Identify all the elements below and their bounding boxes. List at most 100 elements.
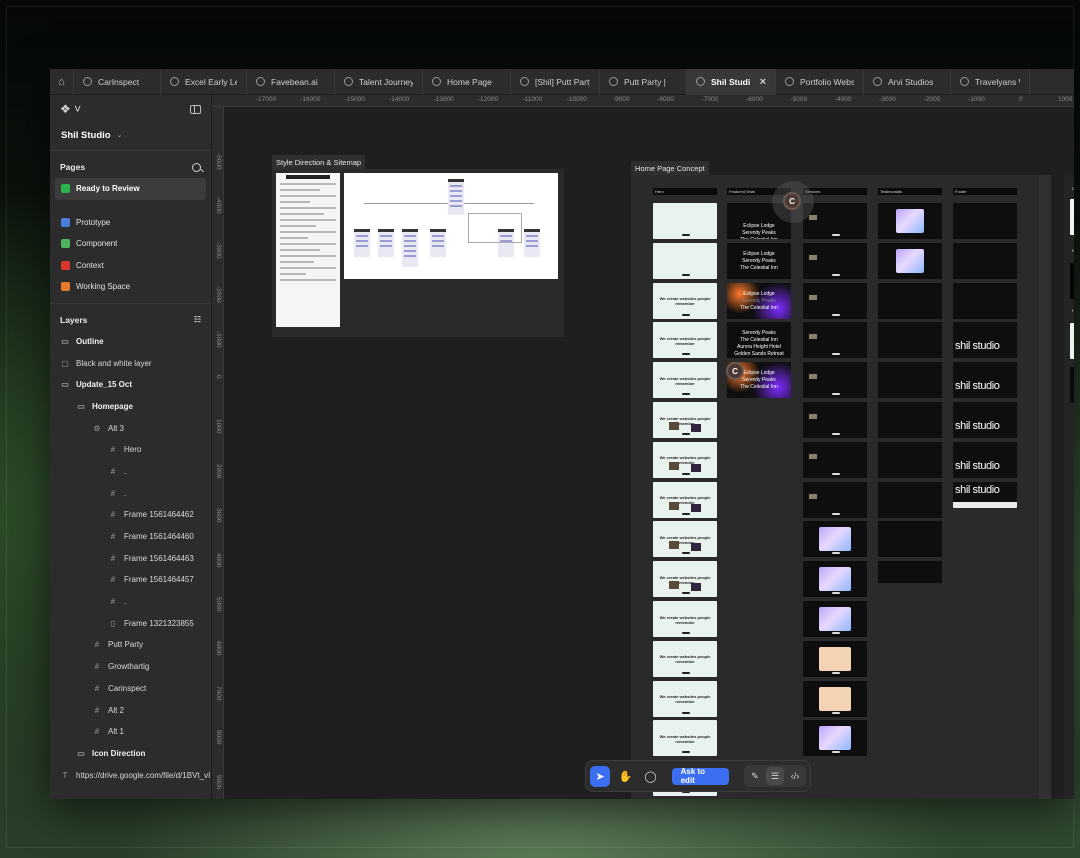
tab-home-page[interactable]: Home Page [423, 69, 511, 95]
services-thumbnail[interactable] [803, 561, 867, 598]
footer-thumbnail[interactable]: shil studio [953, 322, 1017, 359]
layer-row[interactable]: # Putt Party [50, 634, 211, 656]
featured-work-thumbnail[interactable]: Serenity Peaks The Celestial Inn Aurora He… [727, 322, 791, 359]
page-item[interactable]: Component [50, 233, 211, 255]
footer-thumbnail[interactable]: shil studio [953, 441, 1017, 478]
services-thumbnail[interactable] [803, 640, 867, 677]
layer-row[interactable]: ▭ Outline [50, 331, 211, 353]
testimonial-thumbnail[interactable] [878, 322, 942, 359]
featured-work-thumbnail[interactable]: Eclipse LodgeSerenity PeaksThe Celestial… [727, 242, 791, 279]
footer-thumbnail[interactable] [953, 282, 1017, 319]
hero-variant-thumbnail[interactable]: We create websites people remember [653, 362, 717, 399]
tab-portfolio-websi[interactable]: Portfolio Websi [776, 69, 864, 95]
hero-variant-thumbnail[interactable]: We create websites people remember [653, 322, 717, 359]
page-item[interactable]: Prototype [50, 212, 211, 234]
layer-row[interactable]: # Alt 1 [50, 721, 211, 743]
testimonial-thumbnail[interactable] [878, 441, 942, 478]
search-icon[interactable] [192, 162, 201, 172]
hero-variant-thumbnail[interactable]: We create websites people remember [653, 481, 717, 518]
tab-carinspect[interactable]: CarInspect [74, 69, 161, 95]
services-thumbnail[interactable] [803, 441, 867, 478]
layer-row[interactable]: # Alt 2 [50, 699, 211, 721]
testimonial-thumbnail[interactable] [878, 521, 942, 558]
component-thumbnail[interactable] [1070, 367, 1074, 403]
services-thumbnail[interactable] [803, 322, 867, 359]
layer-row[interactable]: ⚙ Alt 3 [50, 417, 211, 439]
tab-excel-early-lear[interactable]: Excel Early Lear [161, 69, 247, 95]
style-direction-frame[interactable] [272, 169, 564, 337]
page-item[interactable]: Ready to Review [55, 178, 206, 200]
tab-talent-journey-[interactable]: Talent Journey | [335, 69, 423, 95]
testimonial-thumbnail[interactable] [878, 242, 942, 279]
collaborator-avatar[interactable]: C [783, 192, 801, 210]
hero-variant-thumbnail[interactable]: We create websites people remember [653, 720, 717, 757]
home-page-concept-frame[interactable]: Hero Featured Work Services Testimonials Foo… [631, 175, 1051, 799]
services-thumbnail[interactable] [803, 282, 867, 319]
layer-row[interactable]: ▭ Update_15 Oct [50, 374, 211, 396]
tab-putt-party-[interactable]: Putt Party | [600, 69, 687, 95]
layer-row[interactable]: # Frame 1561464460 [50, 526, 211, 548]
testimonial-thumbnail[interactable] [878, 203, 942, 239]
hand-tool-button[interactable]: ✋ [615, 766, 635, 787]
hero-variant-thumbnail[interactable]: We create websites people remember [653, 402, 717, 438]
services-thumbnail[interactable] [803, 601, 867, 637]
comment-tool-button[interactable]: ◯ [640, 766, 660, 787]
hero-variant-thumbnail[interactable] [653, 242, 717, 279]
hero-variant-thumbnail[interactable]: We create websites people remember [653, 561, 717, 598]
services-thumbnail[interactable] [803, 362, 867, 399]
layer-row[interactable]: ▭ Homepage [50, 396, 211, 418]
layer-row[interactable]: # Frame 1561464457 [50, 569, 211, 591]
dev-mode-icon[interactable]: ‹/› [786, 767, 804, 785]
testimonial-thumbnail[interactable] [878, 282, 942, 319]
hero-variant-thumbnail[interactable]: We create websites people remember [653, 680, 717, 717]
component-thumbnail[interactable] [1070, 199, 1074, 235]
hero-variant-thumbnail[interactable]: We create websites people remember [653, 521, 717, 558]
draw-mode-icon[interactable]: ✎ [746, 767, 764, 785]
layer-row[interactable]: #. [50, 482, 211, 504]
close-icon[interactable]: × [760, 76, 766, 88]
footer-thumbnail[interactable]: shil studio [953, 362, 1017, 399]
layer-row[interactable]: # Growthartig [50, 656, 211, 678]
ask-to-edit-button[interactable]: Ask to edit [671, 767, 729, 785]
services-thumbnail[interactable] [803, 481, 867, 518]
layer-row[interactable]: ▢ Black and white layer [50, 352, 211, 374]
layer-row[interactable]: # Frame 1561464462 [50, 504, 211, 526]
layer-row[interactable]: # Carinspect [50, 678, 211, 700]
hero-variant-thumbnail[interactable]: We create websites people remember [653, 441, 717, 478]
footer-thumbnail[interactable] [953, 242, 1017, 279]
services-thumbnail[interactable] [803, 720, 867, 757]
services-thumbnail[interactable] [803, 680, 867, 717]
testimonial-thumbnail[interactable] [878, 362, 942, 399]
page-item[interactable]: Working Space [50, 276, 211, 298]
footer-thumbnail[interactable] [953, 203, 1017, 239]
design-canvas[interactable]: Style Direction & Sitemap Home Page Conc… [224, 107, 1074, 799]
layers-list-icon[interactable]: ☷ [194, 315, 201, 324]
component-thumbnail[interactable] [1070, 323, 1074, 359]
layer-row[interactable]: #. [50, 461, 211, 483]
tab--shil-putt-party[interactable]: [Shil] Putt Party [511, 69, 600, 95]
home-frame-label[interactable]: Home Page Concept [631, 161, 709, 176]
tab-shil-studio[interactable]: Shil Studio × [687, 69, 776, 95]
layer-row[interactable]: Thttps://drive.google.com/file/d/1BVt_vI [50, 764, 211, 786]
page-item[interactable]: Context [50, 255, 211, 277]
component-thumbnail[interactable] [1070, 263, 1074, 299]
tab-favebean-ai[interactable]: Favebean.ai [247, 69, 335, 95]
collaborator-avatar[interactable]: C [726, 362, 744, 380]
testimonial-thumbnail[interactable] [878, 402, 942, 438]
footer-thumbnail[interactable]: shil studio [953, 402, 1017, 438]
layer-row[interactable]: # Hero [50, 439, 211, 461]
hero-variant-thumbnail[interactable] [653, 203, 717, 239]
home-icon[interactable]: ⌂ [50, 69, 74, 95]
featured-work-thumbnail[interactable]: Eclipse LodgeSerenity PeaksThe Celestial… [727, 282, 791, 319]
services-thumbnail[interactable] [803, 402, 867, 438]
services-thumbnail[interactable] [803, 521, 867, 558]
hero-variant-thumbnail[interactable]: We create websites people remember [653, 282, 717, 319]
tab-travelyans-web-[interactable]: Travelyans Web: [951, 69, 1030, 95]
hero-variant-thumbnail[interactable]: We create websites people remember [653, 640, 717, 677]
tab-arvi-studios[interactable]: Arvi Studios [864, 69, 951, 95]
toggle-panel-icon[interactable] [190, 104, 201, 114]
style-frame-label[interactable]: Style Direction & Sitemap [272, 155, 366, 170]
layer-row[interactable]: ▭ Icon Direction [50, 743, 211, 765]
layer-row[interactable]: #. [50, 591, 211, 613]
move-tool-button[interactable]: ➤ [590, 765, 611, 787]
